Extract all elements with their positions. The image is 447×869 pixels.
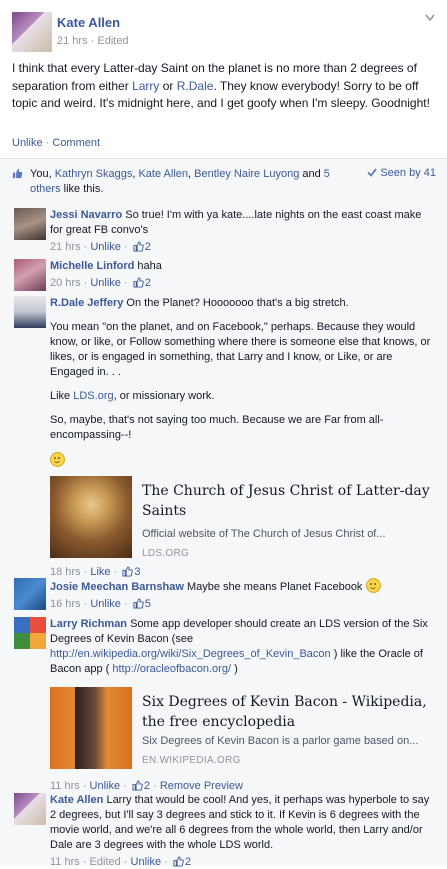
comment-button[interactable]: Comment xyxy=(52,137,100,149)
lds-link[interactable]: LDS.org xyxy=(73,390,113,402)
comment-like-count[interactable]: 3 xyxy=(134,566,140,578)
comment-like-count[interactable]: 2 xyxy=(185,856,191,868)
preview-description: Official website of The Church of Jesus … xyxy=(142,528,386,540)
post-actions: Unlike · Comment xyxy=(12,137,101,149)
comment-meta: 11 hrs · Edited · Unlike · 2 xyxy=(50,856,192,868)
post-time[interactable]: 21 hrs xyxy=(57,35,88,47)
comments-list: Jessi Navarro So true! I'm with ya kate.… xyxy=(0,199,447,869)
comment-paragraph: Like LDS.org, or missionary work. xyxy=(50,390,215,402)
thumbs-up-icon xyxy=(133,241,144,252)
likes-summary: You, Kathryn Skaggs, Kate Allen, Bentley… xyxy=(0,158,447,200)
post-text: I think that every Latter-day Saint on t… xyxy=(12,61,430,110)
mention-larry[interactable]: Larry xyxy=(132,79,159,93)
comment-meta: 21 hrs · Unlike · 2 xyxy=(50,241,151,253)
thumbs-up-icon xyxy=(133,598,144,609)
post-header: Kate Allen 21 hrs · Edited xyxy=(0,0,447,58)
chevron-down-icon[interactable] xyxy=(425,14,435,22)
commenter-avatar[interactable] xyxy=(14,578,46,610)
commenter-name[interactable]: Kate Allen xyxy=(50,794,103,806)
post-meta: 21 hrs · Edited xyxy=(57,35,129,47)
preview-source: LDS.ORG xyxy=(142,548,190,559)
unlike-comment-button[interactable]: Unlike xyxy=(131,856,162,868)
preview-description: Six Degrees of Kevin Bacon is a parlor g… xyxy=(142,735,419,747)
thumbs-up-icon xyxy=(132,780,143,791)
unlike-comment-button[interactable]: Unlike xyxy=(90,780,121,792)
edited-label[interactable]: Edited xyxy=(97,35,128,47)
comment-time[interactable]: 11 hrs xyxy=(50,780,80,792)
liker-1[interactable]: Kathryn Skaggs xyxy=(55,168,133,180)
edited-label[interactable]: Edited xyxy=(90,856,121,868)
unlike-comment-button[interactable]: Unlike xyxy=(90,241,121,253)
commenter-name[interactable]: Michelle Linford xyxy=(50,260,134,272)
comment-time[interactable]: 21 hrs xyxy=(50,241,81,253)
commenter-name[interactable]: Jessi Navarro xyxy=(50,209,122,221)
comment-text: Larry that would be cool! And yes, it pe… xyxy=(50,794,430,851)
comment-time[interactable]: 11 hrs xyxy=(50,856,80,868)
preview-title[interactable]: The Church of Jesus Christ of Latter-day… xyxy=(142,481,432,521)
commenter-name[interactable]: R.Dale Jeffery xyxy=(50,297,123,309)
comment-body: Kate Allen Larry that would be cool! And… xyxy=(50,793,436,869)
commenter-avatar[interactable] xyxy=(14,617,46,649)
comment-body: Michelle Linford haha 20 hrs · Unlike · … xyxy=(50,259,436,290)
unlike-button[interactable]: Unlike xyxy=(12,137,43,149)
comment-body: Jessi Navarro So true! I'm with ya kate.… xyxy=(50,208,436,254)
thumbs-up-icon xyxy=(122,566,134,577)
comment-paragraph: You mean "on the planet, and on Facebook… xyxy=(50,321,431,378)
comment-like-count[interactable]: 5 xyxy=(145,598,151,610)
seen-by[interactable]: Seen by 41 xyxy=(367,167,436,179)
commenter-avatar[interactable] xyxy=(14,208,46,240)
comment-like-count[interactable]: 2 xyxy=(144,780,150,792)
liker-2[interactable]: Kate Allen xyxy=(138,168,188,180)
comment-time[interactable]: 20 hrs xyxy=(50,277,81,289)
preview-image[interactable] xyxy=(50,687,132,769)
wikipedia-link[interactable]: http://en.wikipedia.org/wiki/Six_Degrees… xyxy=(50,648,331,660)
smiley-icon xyxy=(50,452,436,469)
author-name[interactable]: Kate Allen xyxy=(57,15,120,30)
post: Kate Allen 21 hrs · Edited I think that … xyxy=(0,0,447,868)
comment-body: Larry Richman Some app developer should … xyxy=(50,617,436,793)
mention-rdale[interactable]: R.Dale xyxy=(177,79,214,93)
comment-text: On the Planet? Hooooooo that's a big str… xyxy=(123,297,349,309)
link-preview[interactable]: The Church of Jesus Christ of Latter-day… xyxy=(50,476,436,559)
commenter-avatar[interactable] xyxy=(14,793,46,825)
preview-source: EN.WIKIPEDIA.ORG xyxy=(142,755,241,766)
comment-like-count[interactable]: 2 xyxy=(145,241,151,253)
comment-body: R.Dale Jeffery On the Planet? Hooooooo t… xyxy=(50,296,436,579)
preview-image[interactable] xyxy=(50,476,132,558)
comment-meta: 20 hrs · Unlike · 2 xyxy=(50,277,151,289)
thumbs-up-icon xyxy=(12,168,23,179)
thumbs-up-icon xyxy=(133,277,144,288)
commenter-avatar[interactable] xyxy=(14,259,46,291)
commenter-avatar[interactable] xyxy=(14,296,46,328)
unlike-comment-button[interactable]: Unlike xyxy=(90,277,121,289)
commenter-name[interactable]: Larry Richman xyxy=(50,618,127,630)
commenter-name[interactable]: Josie Meechan Barnshaw xyxy=(50,581,184,593)
likes-text: You, Kathryn Skaggs, Kate Allen, Bentley… xyxy=(30,168,330,195)
liker-3[interactable]: Bentley Naire Luyong xyxy=(194,168,299,180)
preview-title[interactable]: Six Degrees of Kevin Bacon - Wikipedia, … xyxy=(142,692,432,732)
unlike-comment-button[interactable]: Unlike xyxy=(90,598,121,610)
comment-like-count[interactable]: 2 xyxy=(145,277,151,289)
comment-meta: 16 hrs · Unlike · 5 xyxy=(50,598,151,610)
comment-meta: 11 hrs · Unlike · 2 · Remove Preview xyxy=(50,780,243,792)
comment-paragraph: So, maybe, that's not saying too much. B… xyxy=(50,414,384,441)
oracle-link[interactable]: http://oracleofbacon.org/ xyxy=(112,663,231,675)
comment-body: Josie Meechan Barnshaw Maybe she means P… xyxy=(50,578,436,611)
like-comment-button[interactable]: Like xyxy=(90,566,110,578)
comment-meta: 18 hrs · Like · 3 xyxy=(50,566,141,578)
thumbs-up-icon xyxy=(173,856,184,867)
remove-preview-button[interactable]: Remove Preview xyxy=(160,780,243,792)
comment-time[interactable]: 16 hrs xyxy=(50,598,81,610)
author-avatar[interactable] xyxy=(12,12,52,52)
comment-text: haha xyxy=(134,260,162,272)
comment-text: Maybe she means Planet Facebook xyxy=(183,581,366,593)
comment-time[interactable]: 18 hrs xyxy=(50,566,81,578)
checkmark-icon xyxy=(367,168,378,177)
link-preview[interactable]: Six Degrees of Kevin Bacon - Wikipedia, … xyxy=(50,687,436,769)
smiley-icon xyxy=(365,578,381,593)
